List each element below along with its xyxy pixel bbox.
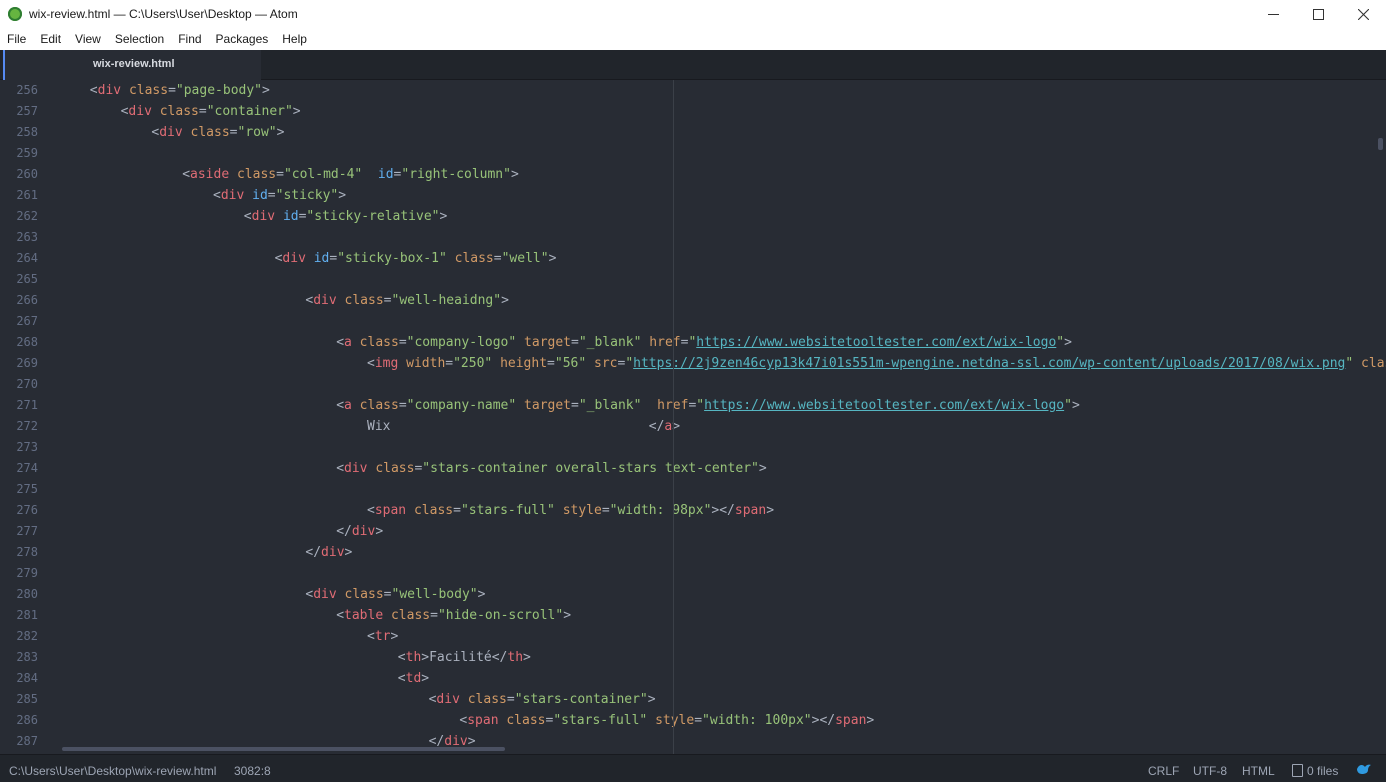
status-bar: C:\Users\User\Desktop\wix-review.html 30… — [0, 754, 1386, 782]
line-number: 272 — [16, 419, 38, 433]
line-number: 259 — [16, 146, 38, 160]
menu-view[interactable]: View — [68, 29, 108, 50]
line-number: 287 — [16, 734, 38, 748]
squirrel-icon[interactable] — [1356, 763, 1372, 775]
close-button[interactable] — [1340, 0, 1386, 29]
line-number: 262 — [16, 209, 38, 223]
title-bar: wix-review.html — C:\Users\User\Desktop … — [0, 0, 1386, 29]
file-path[interactable]: C:\Users\User\Desktop\wix-review.html — [9, 764, 216, 778]
line-number: 256 — [16, 83, 38, 97]
line-number: 274 — [16, 461, 38, 475]
tab-bar: wix-review.html — [0, 50, 1386, 80]
code-line[interactable]: <span class="stars-full" style="width: 1… — [459, 710, 874, 731]
code-line[interactable]: </div> — [336, 521, 383, 542]
menu-selection[interactable]: Selection — [108, 29, 171, 50]
line-number: 263 — [16, 230, 38, 244]
code-line[interactable]: <div id="sticky-relative"> — [244, 206, 448, 227]
line-number: 266 — [16, 293, 38, 307]
grammar[interactable]: HTML — [1242, 764, 1275, 778]
vertical-scrollbar[interactable] — [1378, 138, 1383, 150]
menu-bar: File Edit View Selection Find Packages H… — [0, 29, 1386, 50]
code-line[interactable]: <aside class="col-md-4" id="right-column… — [182, 164, 519, 185]
line-number: 280 — [16, 587, 38, 601]
line-number: 277 — [16, 524, 38, 538]
window-title: wix-review.html — C:\Users\User\Desktop … — [29, 7, 298, 21]
encoding[interactable]: UTF-8 — [1193, 764, 1227, 778]
minimize-icon — [1267, 14, 1279, 15]
atom-app-icon — [8, 7, 22, 21]
line-number: 285 — [16, 692, 38, 706]
line-ending[interactable]: CRLF — [1148, 764, 1179, 778]
maximize-icon — [1312, 9, 1324, 20]
horizontal-scrollbar[interactable] — [62, 747, 505, 751]
code-line[interactable]: Wix </a> — [367, 416, 680, 437]
line-number: 269 — [16, 356, 38, 370]
code-line[interactable]: <div id="sticky-box-1" class="well"> — [275, 248, 557, 269]
code-editor[interactable]: 256 257 258 259 260 261 262 263 264 265 266 267 268 2… — [0, 80, 1386, 754]
minimize-button[interactable] — [1250, 0, 1296, 29]
code-line[interactable]: <table class="hide-on-scroll"> — [336, 605, 571, 626]
code-line[interactable]: <div class="container"> — [121, 101, 301, 122]
line-number: 279 — [16, 566, 38, 580]
line-number: 261 — [16, 188, 38, 202]
line-number: 267 — [16, 314, 38, 328]
line-number: 271 — [16, 398, 38, 412]
line-number: 282 — [16, 629, 38, 643]
line-number: 273 — [16, 440, 38, 454]
cursor-position[interactable]: 3082:8 — [234, 764, 271, 778]
line-number: 270 — [16, 377, 38, 391]
close-icon — [1357, 9, 1369, 20]
menu-packages[interactable]: Packages — [209, 29, 276, 50]
tab-wix-review[interactable]: wix-review.html — [3, 50, 261, 80]
code-line[interactable]: <tr> — [367, 626, 398, 647]
line-number-gutter: 256 257 258 259 260 261 262 263 264 265 266 267 268 2… — [0, 80, 50, 754]
code-line[interactable]: <div class="well-body"> — [305, 584, 485, 605]
menu-help[interactable]: Help — [275, 29, 314, 50]
code-line[interactable]: <div class="well-heaidng"> — [305, 290, 509, 311]
code-line[interactable]: <td> — [398, 668, 429, 689]
file-icon — [1292, 764, 1303, 777]
code-line[interactable]: </div> — [305, 542, 352, 563]
code-line[interactable]: <div class="page-body"> — [90, 80, 270, 101]
code-line[interactable]: <div class="stars-container overall-star… — [336, 458, 766, 479]
code-line[interactable]: <div class="row"> — [151, 122, 284, 143]
line-number: 278 — [16, 545, 38, 559]
menu-edit[interactable]: Edit — [33, 29, 68, 50]
line-number: 268 — [16, 335, 38, 349]
line-number: 265 — [16, 272, 38, 286]
code-line[interactable]: <img width="250" height="56" src="https:… — [367, 353, 1386, 374]
code-line[interactable]: <a class="company-logo" target="_blank" … — [336, 332, 1072, 353]
code-line[interactable]: <span class="stars-full" style="width: 9… — [367, 500, 774, 521]
line-number: 276 — [16, 503, 38, 517]
line-number: 283 — [16, 650, 38, 664]
line-number: 258 — [16, 125, 38, 139]
line-number: 281 — [16, 608, 38, 622]
line-number: 275 — [16, 482, 38, 496]
wrap-guide — [673, 80, 674, 754]
line-number: 260 — [16, 167, 38, 181]
code-line[interactable]: <a class="company-name" target="_blank" … — [336, 395, 1080, 416]
menu-file[interactable]: File — [0, 29, 33, 50]
menu-find[interactable]: Find — [171, 29, 208, 50]
git-files-label: 0 files — [1307, 764, 1339, 778]
maximize-button[interactable] — [1295, 0, 1341, 29]
git-files[interactable]: 0 files — [1292, 764, 1338, 778]
code-line[interactable]: <th>Facilité</th> — [398, 647, 531, 668]
line-number: 286 — [16, 713, 38, 727]
line-number: 264 — [16, 251, 38, 265]
line-number: 284 — [16, 671, 38, 685]
tab-label: wix-review.html — [93, 58, 175, 70]
code-line[interactable]: <div id="sticky"> — [213, 185, 346, 206]
line-number: 257 — [16, 104, 38, 118]
code-line[interactable]: <div class="stars-container"> — [429, 689, 656, 710]
